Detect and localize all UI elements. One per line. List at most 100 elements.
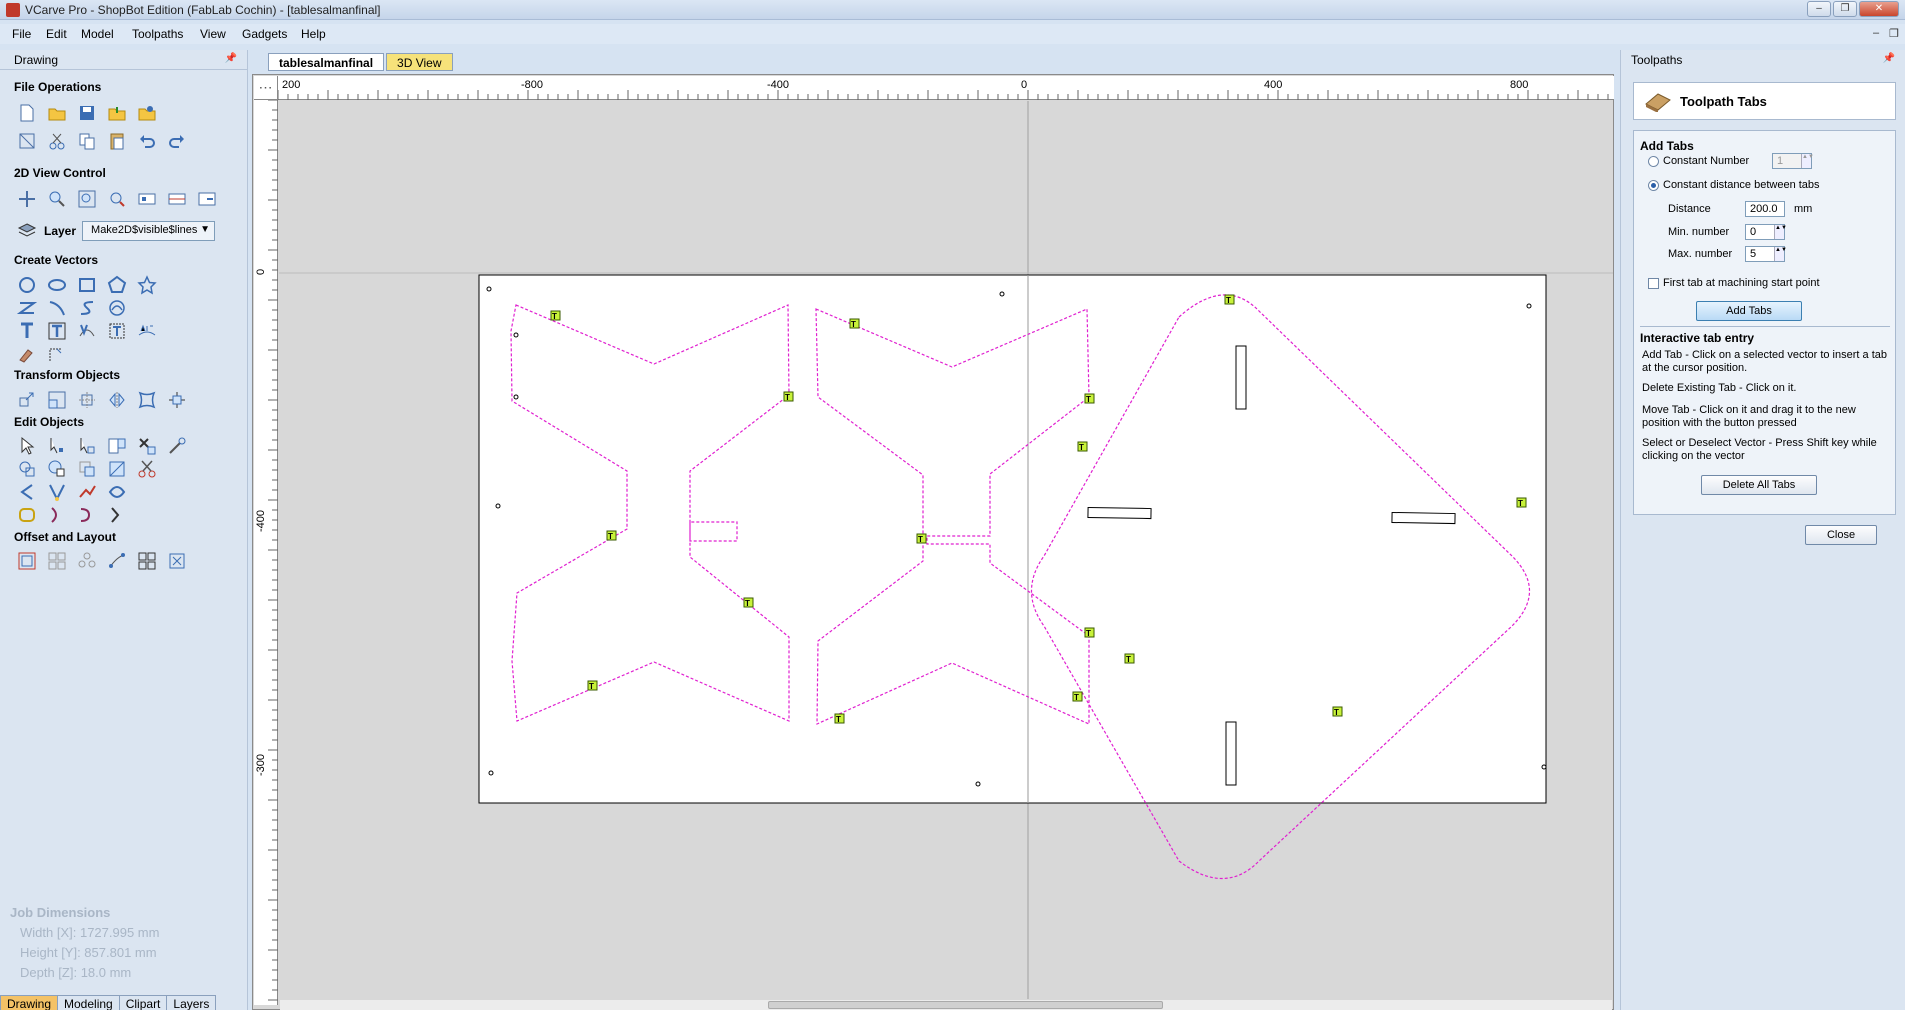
- tab-marker[interactable]: T: [550, 310, 561, 321]
- subtract-icon[interactable]: [46, 458, 68, 480]
- distort-icon[interactable]: [136, 389, 158, 411]
- close-vector-icon[interactable]: [16, 481, 38, 503]
- draw-polygon-icon[interactable]: [106, 274, 128, 296]
- arc-fit-icon[interactable]: [106, 504, 128, 526]
- text-arc-icon[interactable]: [136, 320, 158, 342]
- tab-marker[interactable]: T: [1072, 691, 1083, 702]
- tab-marker[interactable]: T: [743, 597, 754, 608]
- menu-help[interactable]: Help: [301, 27, 326, 41]
- overlap-icon[interactable]: [106, 458, 128, 480]
- trim-vector-icon[interactable]: [76, 481, 98, 503]
- close-window-button[interactable]: ✕: [1859, 1, 1899, 17]
- menu-edit[interactable]: Edit: [46, 27, 67, 41]
- constant-number-input[interactable]: 1 ▲▼: [1772, 153, 1814, 169]
- save-icon[interactable]: [76, 102, 98, 124]
- interactive-trim-icon[interactable]: [76, 435, 98, 457]
- tab-marker[interactable]: T: [1224, 294, 1235, 305]
- new-file-icon[interactable]: [16, 102, 38, 124]
- redo-icon[interactable]: [166, 130, 188, 152]
- nest-parts-icon[interactable]: [166, 550, 188, 572]
- zoom-icon[interactable]: [46, 188, 68, 210]
- constant-number-radio[interactable]: Constant Number: [1648, 155, 1749, 167]
- restore-button[interactable]: ❐: [1833, 1, 1857, 17]
- text-box-icon[interactable]: [46, 320, 68, 342]
- weld-icon[interactable]: [16, 458, 38, 480]
- minimize-button[interactable]: –: [1807, 1, 1831, 17]
- menu-file[interactable]: File: [12, 27, 31, 41]
- dimension-icon[interactable]: [46, 343, 68, 365]
- tab-marker[interactable]: T: [587, 680, 598, 691]
- horizontal-scrollbar[interactable]: [280, 1000, 1612, 1010]
- material-sheet[interactable]: [478, 274, 1547, 804]
- slot-right[interactable]: [1391, 511, 1456, 525]
- tab-marker[interactable]: T: [783, 391, 794, 402]
- circular-array-icon[interactable]: [76, 550, 98, 572]
- distance-input[interactable]: 200.0: [1745, 201, 1785, 217]
- mdi-minimize-button[interactable]: –: [1873, 27, 1879, 39]
- tab-marker[interactable]: T: [849, 318, 860, 329]
- fillet-icon[interactable]: [106, 481, 128, 503]
- zoom-extents-icon[interactable]: [76, 188, 98, 210]
- import-bitmap-icon[interactable]: [136, 102, 158, 124]
- curve-fit-icon[interactable]: [46, 504, 68, 526]
- import-vectors-icon[interactable]: [106, 102, 128, 124]
- tab-layers[interactable]: Layers: [166, 995, 217, 1010]
- pin-icon[interactable]: 📌: [225, 53, 237, 64]
- intersect-icon[interactable]: [76, 458, 98, 480]
- draw-line-icon[interactable]: [16, 297, 38, 319]
- cut-icon[interactable]: [46, 130, 68, 152]
- draw-curve-icon[interactable]: [76, 297, 98, 319]
- draw-circle-icon[interactable]: [16, 274, 38, 296]
- scale-icon[interactable]: [46, 389, 68, 411]
- mdi-restore-button[interactable]: ❐: [1889, 27, 1899, 40]
- draw-star-icon[interactable]: [136, 274, 158, 296]
- delete-all-tabs-button[interactable]: Delete All Tabs: [1701, 475, 1817, 495]
- open-folder-icon[interactable]: [46, 102, 68, 124]
- node-edit-icon[interactable]: [46, 435, 68, 457]
- job-setup-icon[interactable]: [16, 130, 38, 152]
- move-icon[interactable]: [16, 389, 38, 411]
- tab-marker[interactable]: T: [916, 533, 927, 544]
- text-fit-icon[interactable]: [106, 320, 128, 342]
- tab-marker[interactable]: T: [606, 530, 617, 541]
- rotate-icon[interactable]: [76, 389, 98, 411]
- join-vectors-icon[interactable]: [166, 435, 188, 457]
- copy-along-vector-icon[interactable]: [106, 550, 128, 572]
- remove-tab-icon[interactable]: [136, 435, 158, 457]
- scrollbar-thumb[interactable]: [768, 1001, 1163, 1009]
- pan-icon[interactable]: [16, 188, 38, 210]
- slot-bottom[interactable]: [1225, 721, 1237, 786]
- slot-top[interactable]: [1235, 345, 1247, 410]
- undo-icon[interactable]: [136, 130, 158, 152]
- text-on-curve-icon[interactable]: [76, 320, 98, 342]
- tab-marker[interactable]: T: [1084, 627, 1095, 638]
- tab-marker[interactable]: T: [1077, 441, 1088, 452]
- spinner-arrows-icon[interactable]: ▲▼: [1774, 225, 1787, 239]
- view-material-icon[interactable]: [136, 188, 158, 210]
- tab-clipart[interactable]: Clipart: [118, 995, 168, 1010]
- draw-ellipse-icon[interactable]: [46, 274, 68, 296]
- chamfer-icon[interactable]: [76, 504, 98, 526]
- tab-drawing[interactable]: Drawing: [0, 995, 59, 1010]
- draw-arc-icon[interactable]: [46, 297, 68, 319]
- spinner-arrows-icon[interactable]: ▲▼: [1774, 247, 1787, 261]
- draw-spiral-icon[interactable]: [106, 297, 128, 319]
- tab-marker[interactable]: T: [1124, 653, 1135, 664]
- text-icon[interactable]: [16, 320, 38, 342]
- tab-document[interactable]: tablesalmanfinal: [268, 53, 385, 71]
- tab-marker[interactable]: T: [1516, 497, 1527, 508]
- scissors-icon[interactable]: [136, 458, 158, 480]
- slot-left[interactable]: [1087, 506, 1152, 520]
- zoom-box-icon[interactable]: [106, 188, 128, 210]
- tab-modeling[interactable]: Modeling: [57, 995, 120, 1010]
- align-icon[interactable]: [166, 389, 188, 411]
- close-button[interactable]: Close: [1805, 525, 1877, 545]
- menu-gadgets[interactable]: Gadgets: [242, 27, 287, 41]
- menu-toolpaths[interactable]: Toolpaths: [132, 27, 183, 41]
- tab-marker[interactable]: T: [1332, 706, 1343, 717]
- spinner-arrows-icon[interactable]: ▲▼: [1801, 154, 1814, 168]
- smooth-vector-icon[interactable]: [16, 504, 38, 526]
- offset-icon[interactable]: [16, 550, 38, 572]
- drawing-canvas[interactable]: T T T T T T T T T T T T T T T T: [279, 101, 1613, 999]
- pin-icon[interactable]: 📌: [1883, 53, 1895, 64]
